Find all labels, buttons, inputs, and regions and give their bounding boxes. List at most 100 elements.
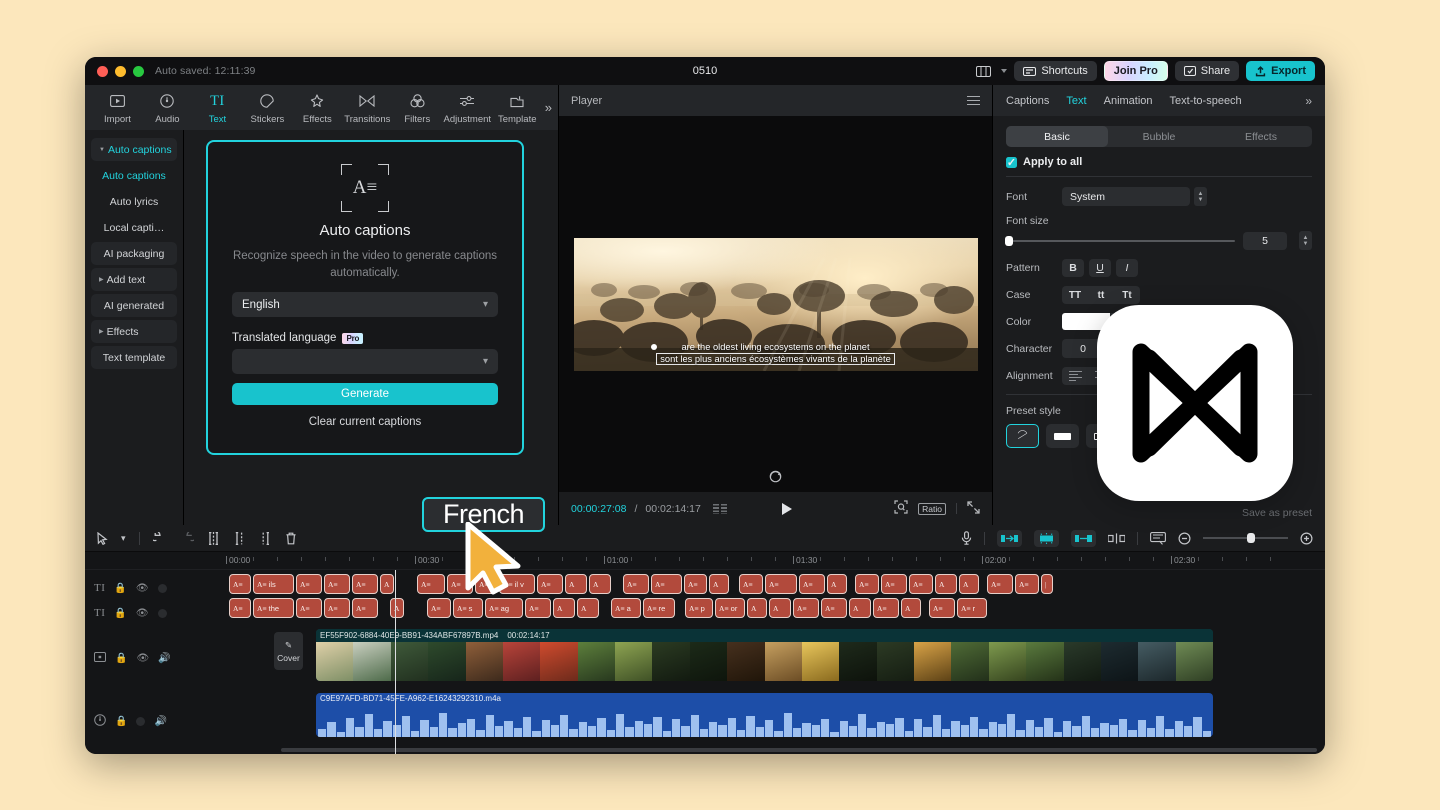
player-menu-icon[interactable] [967, 96, 980, 106]
timeline-horizontal-scrollbar[interactable] [281, 748, 1317, 752]
text-clip[interactable]: A≡ [651, 574, 682, 594]
cover-button[interactable]: ✎ Cover [274, 632, 303, 670]
text-clip[interactable]: A≡ [909, 574, 933, 594]
translated-language-select[interactable]: ▾ [232, 349, 498, 374]
text-clip[interactable]: A≡ [929, 598, 955, 618]
select-tool-dropdown-icon[interactable]: ▾ [121, 533, 126, 544]
text-clip[interactable]: A≡ag [485, 598, 523, 618]
more-modes-button[interactable]: » [545, 100, 552, 115]
text-clip[interactable]: A≡ [229, 574, 251, 594]
microphone-icon[interactable] [961, 531, 972, 545]
nav-item-text-template[interactable]: Text template [91, 346, 177, 369]
playhead[interactable] [395, 570, 396, 754]
reset-transform-icon[interactable] [559, 470, 992, 483]
trim-right-icon[interactable] [259, 532, 272, 545]
timeline-ruler[interactable]: 00:00 00:30 01:00 01:30 02:00 02:30 [85, 552, 1325, 570]
font-select[interactable]: System [1062, 187, 1190, 206]
trim-left-icon[interactable] [233, 532, 246, 545]
text-clip[interactable]: A [565, 574, 587, 594]
text-clip[interactable]: A [935, 574, 957, 594]
text-clip[interactable]: A≡ [793, 598, 819, 618]
text-clip[interactable]: A≡ [352, 598, 378, 618]
text-clip[interactable]: | [1041, 574, 1053, 594]
text-clip[interactable]: A≡ [987, 574, 1013, 594]
export-button[interactable]: Export [1246, 61, 1315, 81]
text-clip[interactable]: A [959, 574, 979, 594]
text-clip[interactable]: A [553, 598, 575, 618]
speaker-icon[interactable]: 🔊 [154, 716, 166, 727]
eye-icon[interactable]: 👁 [136, 583, 149, 594]
text-clip[interactable]: A≡ [352, 574, 378, 594]
apply-to-all-row[interactable]: ✓ Apply to all [1006, 156, 1312, 168]
mode-transitions[interactable]: Transitions [343, 91, 392, 125]
text-clip[interactable]: A≡ [417, 574, 445, 594]
text-clip[interactable]: A≡ [229, 598, 251, 618]
maximize-window-button[interactable] [133, 66, 144, 77]
mirror-split-icon[interactable] [1108, 533, 1125, 544]
text-clip[interactable]: A [390, 598, 404, 618]
source-language-select[interactable]: English ▾ [232, 292, 498, 317]
text-clip[interactable]: A≡ [324, 574, 350, 594]
close-window-button[interactable] [97, 66, 108, 77]
text-clip[interactable]: A≡ [525, 598, 551, 618]
tab-text-to-speech[interactable]: Text-to-speech [1170, 95, 1242, 107]
lock-icon[interactable]: 🔒 [114, 608, 126, 619]
track-header-text-1[interactable]: TI 🔒 👁 [85, 577, 183, 599]
text-clip[interactable]: A≡ [537, 574, 563, 594]
split-icon[interactable] [207, 532, 220, 545]
auto-cut-icon[interactable] [1034, 530, 1059, 547]
auto-cut-end-icon[interactable] [1071, 530, 1096, 547]
shortcuts-button[interactable]: Shortcuts [1014, 61, 1096, 81]
preset-none[interactable] [1006, 424, 1039, 448]
italic-button[interactable]: I [1116, 259, 1138, 277]
nav-item-add-text-group[interactable]: ▶ Add text [91, 268, 177, 291]
mode-stickers[interactable]: Stickers [243, 91, 292, 125]
video-clip[interactable]: EF55F902-6884-40E9-BB91-434ABF67897B.mp4… [316, 629, 1213, 681]
mode-audio[interactable]: Audio [143, 91, 192, 125]
text-clip[interactable]: A≡ [296, 574, 322, 594]
text-clip[interactable]: A≡r [957, 598, 987, 618]
video-preview[interactable]: are the oldest living ecosystems on the … [574, 238, 978, 371]
lock-icon[interactable]: 🔒 [115, 653, 127, 664]
eye-icon[interactable]: 👁 [136, 653, 149, 664]
text-clip[interactable]: A≡re [643, 598, 675, 618]
track-header-video[interactable]: 🔒 👁 🔊 [85, 647, 183, 669]
case-titlecase-button[interactable]: Tt [1114, 286, 1140, 304]
text-clip[interactable]: A [747, 598, 767, 618]
nav-item-effects-group[interactable]: ▶ Effects [91, 320, 177, 343]
text-clip[interactable]: A [589, 574, 611, 594]
nav-item-ai-packaging[interactable]: AI packaging [91, 242, 177, 265]
tab-text[interactable]: Text [1066, 95, 1086, 107]
zoom-preview-icon[interactable] [894, 500, 908, 517]
text-clip[interactable]: A≡s [453, 598, 483, 618]
font-size-slider[interactable] [1006, 240, 1235, 242]
text-clip[interactable]: A [849, 598, 871, 618]
mode-import[interactable]: Import [93, 91, 142, 125]
mode-effects[interactable]: Effects [293, 91, 342, 125]
text-clip[interactable]: A [901, 598, 921, 618]
ratio-button[interactable]: Ratio [918, 503, 946, 515]
mode-adjustment[interactable]: Adjustment [443, 91, 492, 125]
case-uppercase-button[interactable]: TT [1062, 286, 1088, 304]
case-lowercase-button[interactable]: tt [1088, 286, 1114, 304]
font-stepper[interactable]: ▲▼ [1194, 187, 1207, 206]
eye-icon[interactable]: 👁 [136, 608, 149, 619]
tab-captions[interactable]: Captions [1006, 95, 1049, 107]
text-clip[interactable]: A≡a [611, 598, 641, 618]
select-tool-icon[interactable] [97, 532, 108, 545]
font-size-stepper[interactable]: ▲▼ [1299, 231, 1312, 250]
speaker-icon[interactable]: 🔊 [158, 653, 170, 664]
caption-handle[interactable] [651, 344, 657, 350]
text-clip[interactable]: A≡or [715, 598, 745, 618]
segment-basic[interactable]: Basic [1006, 126, 1108, 147]
align-left-icon[interactable] [1062, 371, 1088, 381]
redo-icon[interactable] [180, 532, 194, 544]
keyframe-panel-icon[interactable] [1150, 532, 1166, 545]
track-header-audio[interactable]: 🔒 🔊 [85, 710, 183, 732]
text-clip[interactable]: A≡ [821, 598, 847, 618]
generate-button[interactable]: Generate [232, 383, 498, 405]
mode-text[interactable]: TI Text [193, 91, 242, 125]
play-button[interactable] [782, 503, 792, 515]
bold-button[interactable]: B [1062, 259, 1084, 277]
zoom-in-icon[interactable] [1300, 532, 1313, 545]
